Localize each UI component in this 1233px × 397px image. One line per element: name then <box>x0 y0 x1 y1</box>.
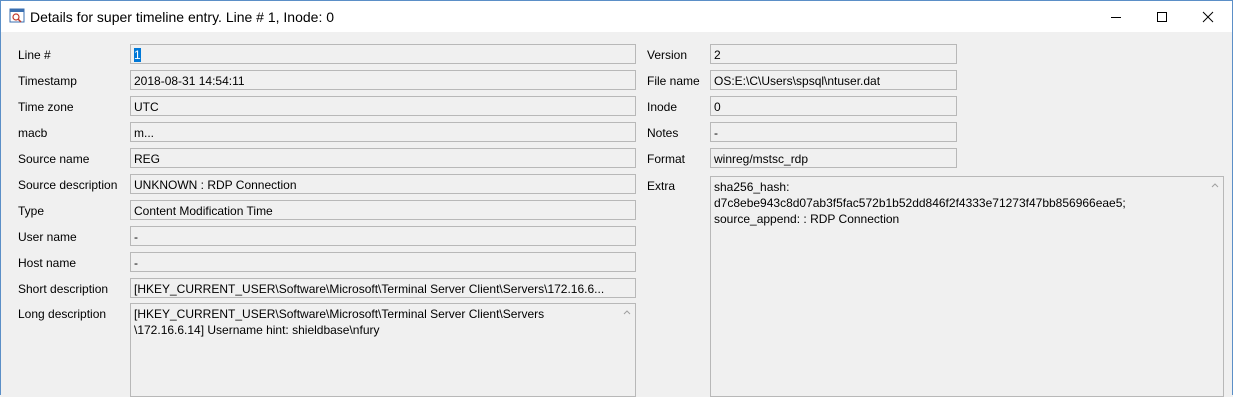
line-number-field[interactable]: 1 <box>130 44 636 64</box>
format-field[interactable]: winreg/mstsc_rdp <box>710 148 957 168</box>
minimize-button[interactable] <box>1093 1 1139 32</box>
extra-line: sha256_hash: <box>714 180 790 194</box>
long-description-line: [HKEY_CURRENT_USER\Software\Microsoft\Te… <box>134 307 545 321</box>
title-bar[interactable]: Details for super timeline entry. Line #… <box>1 1 1232 32</box>
label-host-name: Host name <box>18 256 77 270</box>
extra-line: source_append: : RDP Connection <box>714 212 900 226</box>
file-name-field[interactable]: OS:E:\C\Users\spsql\ntuser.dat <box>710 70 957 90</box>
label-extra: Extra <box>647 179 676 193</box>
label-file-name: File name <box>647 74 700 88</box>
label-inode: Inode <box>647 100 678 114</box>
line-number-value: 1 <box>134 48 141 62</box>
label-timestamp: Timestamp <box>18 74 77 88</box>
notes-field[interactable]: - <box>710 122 957 142</box>
close-icon <box>1202 11 1214 22</box>
source-name-field[interactable]: REG <box>130 148 636 168</box>
user-name-field[interactable]: - <box>130 226 636 246</box>
label-type: Type <box>18 204 45 218</box>
label-line-number: Line # <box>18 48 51 62</box>
macb-field[interactable]: m... <box>130 122 636 142</box>
short-description-field[interactable]: [HKEY_CURRENT_USER\Software\Microsoft\Te… <box>130 278 636 298</box>
source-description-field[interactable]: UNKNOWN : RDP Connection <box>130 174 636 194</box>
label-time-zone: Time zone <box>18 100 74 114</box>
label-format: Format <box>647 152 686 166</box>
host-name-field[interactable]: - <box>130 252 636 272</box>
close-button[interactable] <box>1185 1 1231 32</box>
scroll-up-icon[interactable] <box>1209 179 1221 191</box>
extra-textarea[interactable]: sha256_hash: d7c8ebe943c8d07ab3f5fac572b… <box>710 176 1224 397</box>
type-field[interactable]: Content Modification Time <box>130 200 636 220</box>
minimize-icon <box>1111 16 1121 18</box>
label-source-description: Source description <box>18 178 118 192</box>
version-field[interactable]: 2 <box>710 44 957 64</box>
long-description-line: \172.16.6.14] Username hint: shieldbase\… <box>134 323 380 337</box>
label-long-description: Long description <box>18 307 107 321</box>
label-version: Version <box>647 48 688 62</box>
inode-field[interactable]: 0 <box>710 96 957 116</box>
extra-line: d7c8ebe943c8d07ab3f5fac572b1b52dd846f2f4… <box>714 196 1126 210</box>
label-notes: Notes <box>647 126 679 140</box>
maximize-button[interactable] <box>1139 1 1185 32</box>
window-title: Details for super timeline entry. Line #… <box>30 9 335 25</box>
details-window: Details for super timeline entry. Line #… <box>0 0 1233 397</box>
long-description-textarea[interactable]: [HKEY_CURRENT_USER\Software\Microsoft\Te… <box>130 303 636 397</box>
app-icon <box>9 8 25 24</box>
time-zone-field[interactable]: UTC <box>130 96 636 116</box>
label-source-name: Source name <box>18 152 90 166</box>
maximize-icon <box>1157 11 1167 22</box>
timestamp-field[interactable]: 2018-08-31 14:54:11 <box>130 70 636 90</box>
label-user-name: User name <box>18 230 77 244</box>
label-short-description: Short description <box>18 282 109 296</box>
scroll-up-icon[interactable] <box>621 306 633 318</box>
label-macb: macb <box>18 126 48 140</box>
